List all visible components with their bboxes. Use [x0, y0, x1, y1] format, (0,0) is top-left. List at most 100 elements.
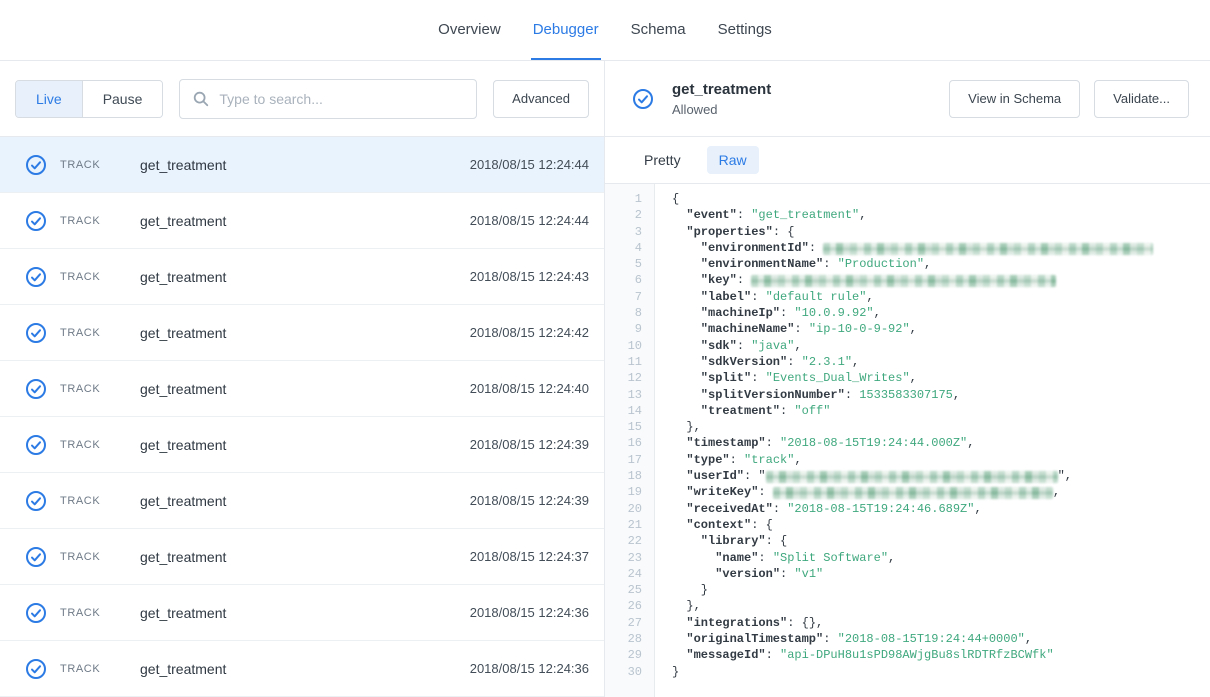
- event-name: get_treatment: [140, 325, 226, 341]
- line-number: 3: [605, 224, 642, 240]
- view-in-schema-button[interactable]: View in Schema: [949, 80, 1080, 118]
- json-value: "ip-10-0-9-92": [809, 322, 910, 336]
- line-number: 28: [605, 631, 642, 647]
- json-punctuation: ,: [859, 208, 866, 222]
- json-value: 1533583307175: [859, 388, 953, 402]
- tab-debugger[interactable]: Debugger: [531, 0, 601, 60]
- list-item[interactable]: TRACK get_treatment 2018/08/15 12:24:37: [0, 529, 604, 585]
- detail-title-block: get_treatment Allowed: [672, 81, 771, 117]
- json-value: "off": [794, 404, 830, 418]
- event-type-label: TRACK: [60, 215, 122, 227]
- event-timestamp: 2018/08/15 12:24:43: [470, 269, 589, 284]
- code-line: "label": "default rule",: [672, 289, 1210, 305]
- code-line: }: [672, 664, 1210, 680]
- allowed-check-icon: [632, 88, 654, 110]
- json-punctuation: :: [766, 648, 780, 662]
- advanced-button[interactable]: Advanced: [493, 80, 589, 118]
- json-key: "timestamp": [686, 436, 765, 450]
- list-item[interactable]: TRACK get_treatment 2018/08/15 12:24:42: [0, 305, 604, 361]
- line-number: 19: [605, 484, 642, 500]
- line-number: 18: [605, 468, 642, 484]
- json-punctuation: :: [730, 453, 744, 467]
- json-value: "api-DPuH8u1sPD98AWjgBu8slRDTRfzBCWfk": [780, 648, 1054, 662]
- list-item[interactable]: TRACK get_treatment 2018/08/15 12:24:43: [0, 249, 604, 305]
- list-item[interactable]: TRACK get_treatment 2018/08/15 12:24:40: [0, 361, 604, 417]
- allowed-check-icon: [25, 322, 47, 344]
- line-number: 23: [605, 550, 642, 566]
- redacted-value: [766, 471, 1058, 483]
- json-punctuation: ,: [794, 453, 801, 467]
- event-type-label: TRACK: [60, 439, 122, 451]
- allowed-check-icon: [25, 602, 47, 624]
- json-key: "machineIp": [701, 306, 780, 320]
- code-line: "originalTimestamp": "2018-08-15T19:24:4…: [672, 631, 1210, 647]
- detail-event-name: get_treatment: [672, 81, 771, 98]
- json-code: {"event": "get_treatment","properties": …: [655, 184, 1210, 697]
- list-item[interactable]: TRACK get_treatment 2018/08/15 12:24:36: [0, 585, 604, 641]
- event-timestamp: 2018/08/15 12:24:42: [470, 325, 589, 340]
- list-item[interactable]: TRACK get_treatment 2018/08/15 12:24:44: [0, 137, 604, 193]
- event-stream-panel: Live Pause Advanced TRACK get_treatment …: [0, 61, 605, 697]
- json-punctuation: :: [751, 371, 765, 385]
- allowed-check-icon: [25, 434, 47, 456]
- code-line: {: [672, 191, 1210, 207]
- code-line: "environmentId":: [672, 240, 1210, 256]
- allowed-check-icon: [25, 154, 47, 176]
- line-number: 4: [605, 240, 642, 256]
- json-value: "10.0.9.92": [794, 306, 873, 320]
- code-line: "timestamp": "2018-08-15T19:24:44.000Z",: [672, 435, 1210, 451]
- line-number: 11: [605, 354, 642, 370]
- live-button[interactable]: Live: [16, 81, 83, 117]
- pause-button[interactable]: Pause: [83, 81, 163, 117]
- tab-pretty[interactable]: Pretty: [632, 146, 693, 174]
- json-punctuation: :: [751, 290, 765, 304]
- event-timestamp: 2018/08/15 12:24:37: [470, 549, 589, 564]
- event-type-label: TRACK: [60, 495, 122, 507]
- json-punctuation: :: [794, 322, 808, 336]
- json-key: "key": [701, 273, 737, 287]
- event-type-label: TRACK: [60, 607, 122, 619]
- list-item[interactable]: TRACK get_treatment 2018/08/15 12:24:36: [0, 641, 604, 697]
- list-item[interactable]: TRACK get_treatment 2018/08/15 12:24:39: [0, 417, 604, 473]
- event-timestamp: 2018/08/15 12:24:36: [470, 661, 589, 676]
- json-punctuation: ,: [974, 502, 981, 516]
- json-punctuation: :: [780, 306, 794, 320]
- json-value: "default rule": [766, 290, 867, 304]
- list-item[interactable]: TRACK get_treatment 2018/08/15 12:24:39: [0, 473, 604, 529]
- validate-button[interactable]: Validate...: [1094, 80, 1189, 118]
- search-input[interactable]: [219, 91, 464, 107]
- code-line: "writeKey": ,: [672, 484, 1210, 500]
- code-line: "split": "Events_Dual_Writes",: [672, 370, 1210, 386]
- code-line: "sdk": "java",: [672, 338, 1210, 354]
- json-key: "integrations": [686, 616, 787, 630]
- json-punctuation: :: [758, 485, 772, 499]
- event-type-label: TRACK: [60, 383, 122, 395]
- code-line: "event": "get_treatment",: [672, 207, 1210, 223]
- json-punctuation: ,: [874, 306, 881, 320]
- json-punctuation: :: [737, 208, 751, 222]
- tab-raw[interactable]: Raw: [707, 146, 759, 174]
- line-number: 16: [605, 435, 642, 451]
- list-item[interactable]: TRACK get_treatment 2018/08/15 12:24:44: [0, 193, 604, 249]
- json-punctuation: }: [701, 583, 708, 597]
- tab-settings[interactable]: Settings: [716, 0, 774, 60]
- redacted-value: [773, 487, 1053, 499]
- detail-actions: View in Schema Validate...: [949, 80, 1189, 118]
- tab-schema[interactable]: Schema: [629, 0, 688, 60]
- json-punctuation: : {: [751, 518, 773, 532]
- line-number: 30: [605, 664, 642, 680]
- line-number: 6: [605, 272, 642, 288]
- main-content: Live Pause Advanced TRACK get_treatment …: [0, 61, 1210, 697]
- line-number: 22: [605, 533, 642, 549]
- tab-overview[interactable]: Overview: [436, 0, 503, 60]
- json-punctuation: ,: [794, 339, 801, 353]
- search-icon: [192, 90, 210, 108]
- json-key: "type": [686, 453, 729, 467]
- json-punctuation: {: [672, 192, 679, 206]
- detail-header: get_treatment Allowed View in Schema Val…: [605, 61, 1210, 137]
- line-number-gutter: 1234567891011121314151617181920212223242…: [605, 184, 655, 697]
- line-number: 5: [605, 256, 642, 272]
- json-punctuation: ,: [910, 322, 917, 336]
- json-punctuation: :: [823, 632, 837, 646]
- live-pause-toggle: Live Pause: [15, 80, 163, 118]
